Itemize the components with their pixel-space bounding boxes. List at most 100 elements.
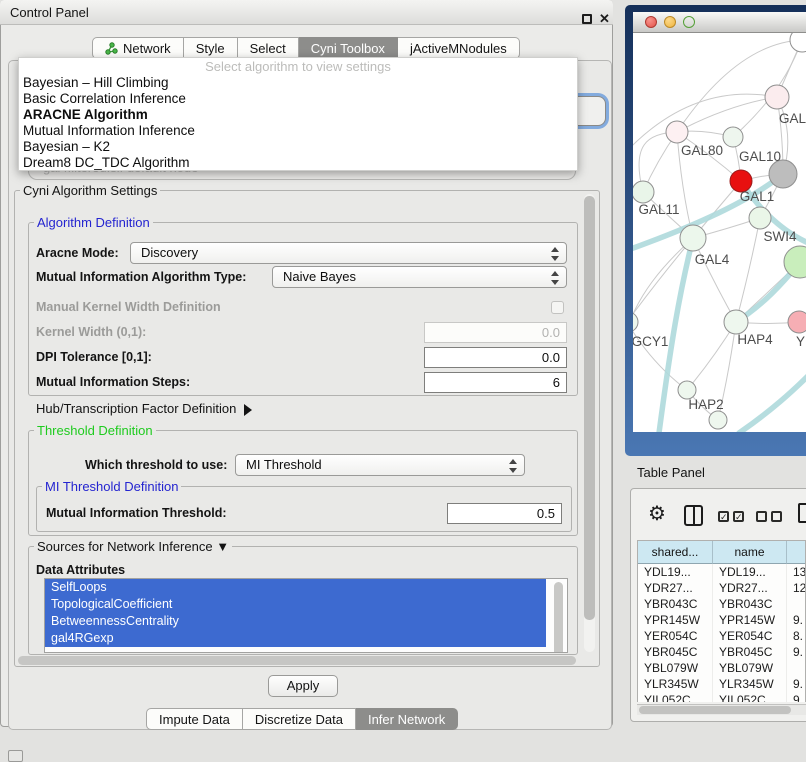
tab-select[interactable]: Select [238,37,299,59]
mi-algorithm-type-combo[interactable]: Naive Bayes [272,266,567,288]
table-cell: YBR045C [638,644,713,660]
table-cell: YPR145W [713,612,787,628]
document-icon[interactable] [798,503,806,523]
network-node-gal80[interactable] [666,121,688,143]
float-window-icon[interactable] [582,14,592,24]
network-graph[interactable]: GALGAL80GAL10GAL1GAL11SWI4GAL4GCY1HAP4YH… [633,33,806,432]
network-node-swi4[interactable] [749,207,771,229]
gear-icon[interactable]: ⚙ [648,501,666,527]
aracne-mode-combo[interactable]: Discovery [130,242,567,264]
mi-steps-label: Mutual Information Steps: [36,371,190,393]
hub-definition-expander[interactable]: Hub/Transcription Factor Definition [36,398,252,420]
zoom-traffic-light[interactable] [683,16,695,28]
split-columns-icon[interactable] [684,505,703,526]
network-edge[interactable] [687,322,736,390]
table-panel-title: Table Panel [637,463,705,483]
network-node[interactable] [769,160,797,188]
minimize-traffic-light[interactable] [664,16,676,28]
tab-style[interactable]: Style [184,37,238,59]
spinner-arrows-icon [551,246,559,262]
algorithm-option[interactable]: Bayesian – K2 [19,139,577,155]
algorithm-dropdown-prompt: Select algorithm to view settings [19,58,577,75]
checked-box-icon[interactable]: ✓ [718,511,729,522]
table-row[interactable]: YDL19...YDL19...13 [638,564,805,580]
table-cell: YBR043C [638,596,713,612]
tab-cyni-toolbox[interactable]: Cyni Toolbox [299,37,398,59]
mi-threshold-field[interactable]: 0.5 [447,503,562,524]
network-node-hap4[interactable] [724,310,748,334]
control-panel-title: Control Panel [10,5,89,20]
table-row[interactable]: YIL052CYIL052C9. [638,692,805,702]
network-edge[interactable] [633,322,687,390]
node-label: GCY1 [633,334,668,349]
which-threshold-combo[interactable]: MI Threshold [235,454,525,476]
network-node-gal[interactable] [765,85,789,109]
expand-right-icon [244,404,252,416]
node-label: GAL [779,111,806,126]
network-node-gal11[interactable] [633,181,654,203]
close-icon[interactable]: ✕ [599,11,610,27]
table-row[interactable]: YBR043CYBR043C [638,596,805,612]
network-node-y[interactable] [788,311,806,333]
data-attribute-option[interactable]: SelfLoops [45,579,546,596]
table-row[interactable]: YLR345WYLR345W9. [638,676,805,692]
algorithm-option[interactable]: Mutual Information Inference [19,123,577,139]
table-cell: YER054C [638,628,713,644]
tab-infer-network[interactable]: Infer Network [356,708,458,730]
unchecked-box-icon[interactable] [756,511,767,522]
network-edge[interactable] [677,97,777,132]
list-scrollbar-thumb[interactable] [554,582,563,653]
collapse-down-icon[interactable]: ▼ [216,539,229,554]
unchecked-box-icon[interactable] [771,511,782,522]
close-traffic-light[interactable] [645,16,657,28]
settings-vscroll-thumb[interactable] [584,196,595,620]
table-row[interactable]: YBR045CYBR045C9. [638,644,805,660]
checked-box-icon[interactable]: ✓ [733,511,744,522]
node-label: HAP4 [737,332,773,347]
tab-impute-data[interactable]: Impute Data [146,708,243,730]
data-attribute-option[interactable]: BetweennessCentrality [45,613,546,630]
table-cell: YBL079W [638,660,713,676]
network-node-gcy1[interactable] [633,312,638,332]
manual-kernel-checkbox[interactable] [551,301,564,314]
apply-button[interactable]: Apply [268,675,338,697]
table-row[interactable]: YPR145WYPR145W9. [638,612,805,628]
network-node[interactable] [790,33,806,52]
network-node[interactable] [709,411,727,429]
tab-network[interactable]: Network [92,37,184,59]
mi-steps-field[interactable]: 6 [424,372,567,393]
network-node-gal4[interactable] [680,225,706,251]
table-hscroll-thumb[interactable] [639,706,791,714]
column-header[interactable]: shared... [638,541,713,564]
table-cell: 12 [787,580,806,596]
table-row[interactable]: YER054CYER054C8. [638,628,805,644]
tab-jactivemnodules[interactable]: jActiveMNodules [398,37,520,59]
algorithm-option[interactable]: Basic Correlation Inference [19,91,577,107]
table-cell: YBL079W [713,660,787,676]
tab-discretize-data[interactable]: Discretize Data [243,708,356,730]
network-window-titlebar[interactable] [633,12,806,33]
table-row[interactable]: YBL079WYBL079W [638,660,805,676]
kernel-width-field[interactable]: 0.0 [424,322,567,343]
algorithm-option[interactable]: Dream8 DC_TDC Algorithm [19,155,577,171]
cyni-settings-legend: Cyni Algorithm Settings [20,183,160,198]
network-view-canvas[interactable]: GALGAL80GAL10GAL1GAL11SWI4GAL4GCY1HAP4YH… [633,33,806,432]
network-edge-highlighted[interactable] [739,371,806,432]
settings-hscroll-thumb[interactable] [18,656,576,665]
network-node-gal10[interactable] [723,127,743,147]
column-header[interactable]: name [713,541,787,564]
algorithm-option[interactable]: ARACNE Algorithm [19,107,577,123]
network-edge[interactable] [693,238,736,322]
spinner-arrows-icon [509,458,517,474]
table-body: YDL19...YDL19...13YDR27...YDR27...12YBR0… [638,564,805,702]
minimized-panel-icon[interactable] [8,750,23,762]
data-attribute-option[interactable]: gal4RGexp [45,630,546,647]
node-label: GAL4 [695,252,730,267]
data-attribute-option[interactable]: TopologicalCoefficient [45,596,546,613]
dpi-tolerance-field[interactable]: 0.0 [424,347,567,368]
column-header[interactable] [787,541,806,564]
table-cell: 9. [787,612,806,628]
table-row[interactable]: YDR27...YDR27...12 [638,580,805,596]
table-cell [787,596,806,612]
algorithm-option[interactable]: Bayesian – Hill Climbing [19,75,577,91]
